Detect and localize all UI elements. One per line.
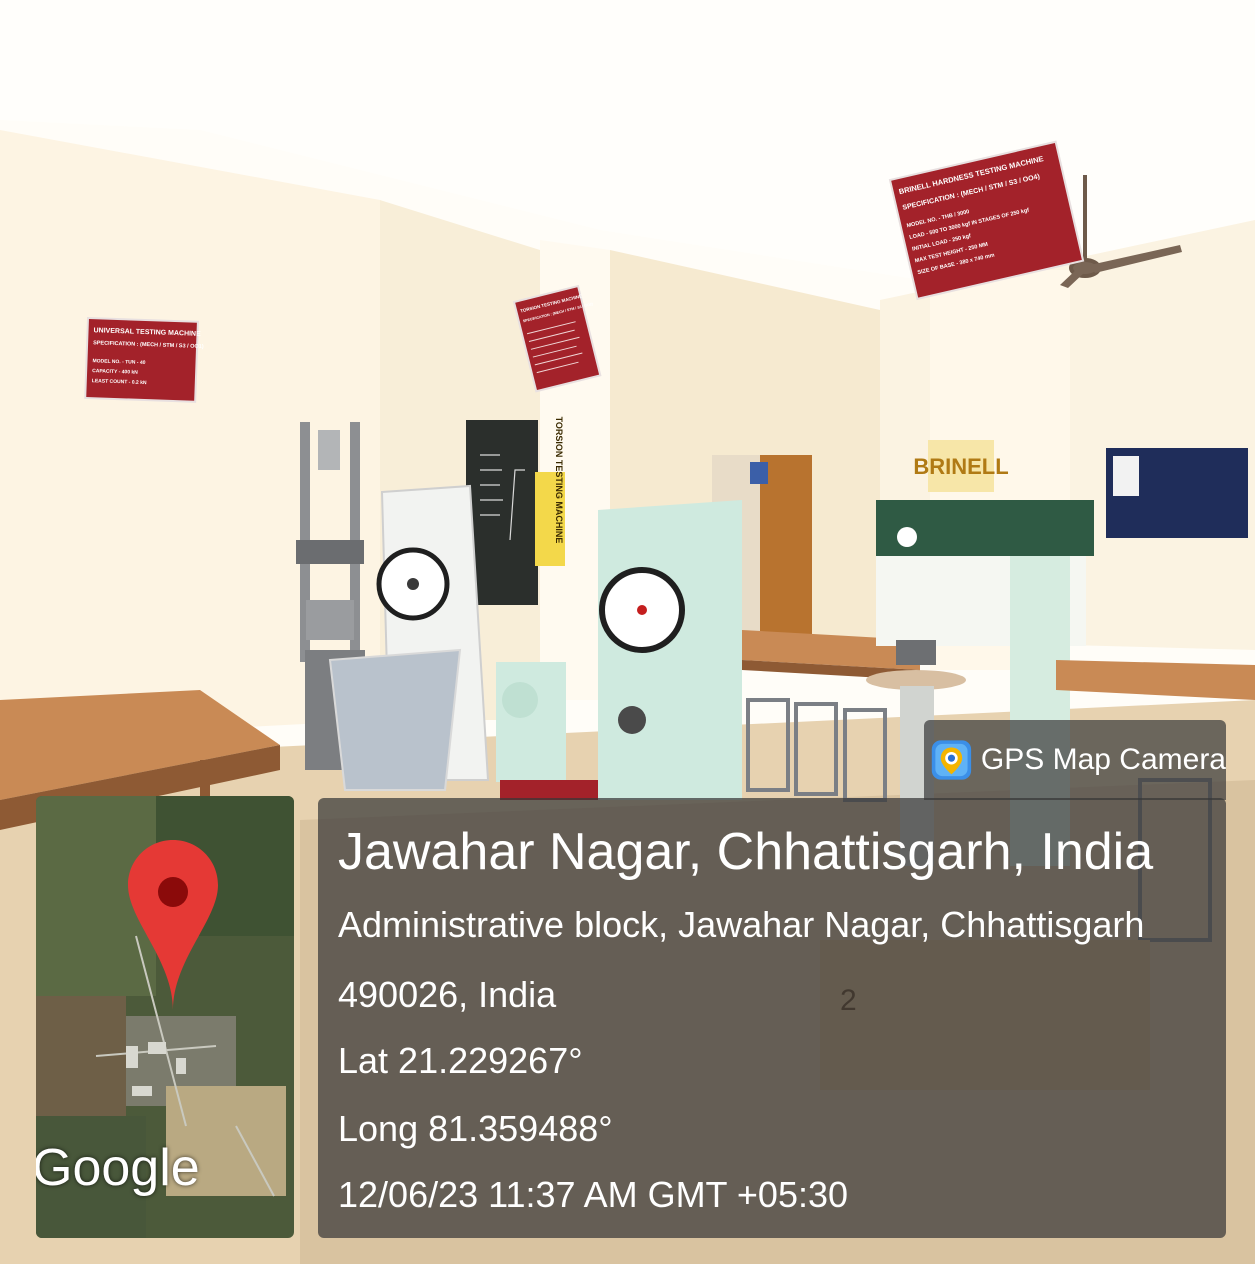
longitude-text: Long 81.359488° xyxy=(338,1108,613,1149)
geotag-info-panel: Jawahar Nagar, Chhattisgarh, India Admin… xyxy=(318,798,1226,1238)
timestamp-text: 12/06/23 11:37 AM GMT +05:30 xyxy=(338,1174,849,1215)
map-pin-icon xyxy=(128,840,218,1010)
latitude-text: Lat 21.229267° xyxy=(338,1040,583,1081)
svg-text:TORSION TESTING MACHINE: TORSION TESTING MACHINE xyxy=(554,417,564,544)
location-minimap: Google xyxy=(36,796,294,1238)
location-title: Jawahar Nagar, Chhattisgarh, India xyxy=(338,823,1154,881)
svg-text:BRINELL: BRINELL xyxy=(913,454,1008,479)
address-line-2: 490026, India xyxy=(338,974,557,1015)
address-line-1: Administrative block, Jawahar Nagar, Chh… xyxy=(338,904,1145,945)
gps-map-camera-icon xyxy=(931,740,972,780)
gps-map-camera-badge: GPS Map Camera xyxy=(924,720,1226,800)
gps-map-camera-label: GPS Map Camera xyxy=(980,743,1226,776)
photo-stage: UNIVERSAL TESTING MACHINE SPECIFICATION … xyxy=(0,0,1255,1264)
map-brand-label: Google xyxy=(36,1139,200,1197)
